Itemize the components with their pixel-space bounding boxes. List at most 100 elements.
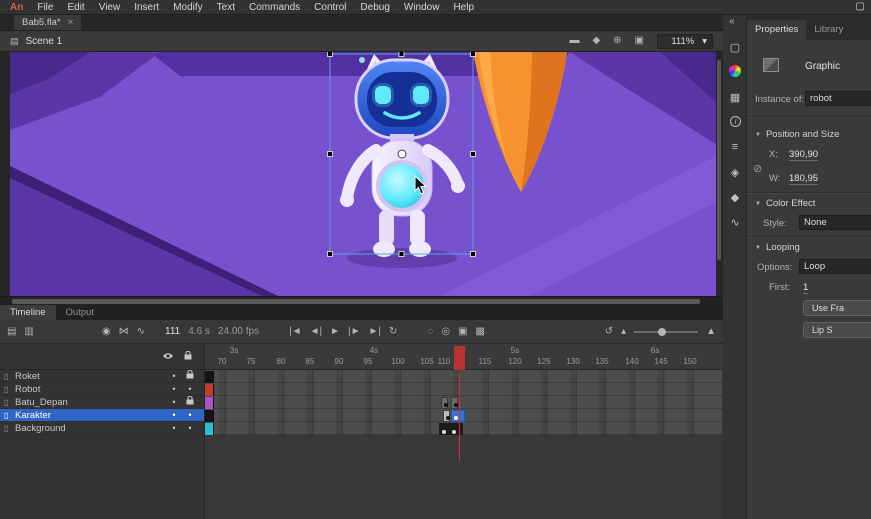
first-frame-value[interactable]: 1 <box>803 282 808 294</box>
layer-visibility-dot[interactable]: • <box>166 383 182 395</box>
camera-icon[interactable]: ◉ <box>102 327 111 337</box>
keyframe[interactable] <box>451 397 458 409</box>
app-badge-icon[interactable]: ▢ <box>856 1 865 12</box>
layer-row-background[interactable]: ▯ Background •• <box>0 422 204 435</box>
instance-name-field[interactable]: robot <box>805 91 871 106</box>
collapse-panels-icon[interactable]: « <box>729 16 735 27</box>
w-value[interactable]: 180,95 <box>789 173 818 185</box>
tab-timeline[interactable]: Timeline <box>0 305 56 320</box>
vertical-scroll-thumb[interactable] <box>717 60 721 260</box>
layer-visibility-dot[interactable]: • <box>166 370 182 382</box>
layer-row-roket[interactable]: ▯ Roket • <box>0 370 204 383</box>
x-value[interactable]: 390,90 <box>789 149 818 161</box>
scene-breadcrumb[interactable]: Scene 1 <box>26 36 63 47</box>
loop-playback-icon[interactable]: ↻ <box>389 327 397 337</box>
style-dropdown[interactable]: None <box>799 215 871 230</box>
link-dimensions-icon[interactable]: ⊘ <box>753 162 762 175</box>
keyframe[interactable] <box>441 397 448 409</box>
transform-point[interactable] <box>398 150 406 158</box>
menu-window[interactable]: Window <box>397 0 447 15</box>
layer-row-karakter[interactable]: ▯ Karakter •• <box>0 409 204 422</box>
step-back-icon[interactable]: ◄| <box>310 327 323 337</box>
document-tab[interactable]: Bab5.fla* × <box>14 15 81 30</box>
menu-debug[interactable]: Debug <box>353 0 396 15</box>
stage[interactable] <box>10 52 716 296</box>
section-looping[interactable]: ▼ Looping <box>755 242 800 253</box>
step-forward-icon[interactable]: |► <box>348 327 361 337</box>
zoom-in-frames-icon[interactable]: ▲ <box>706 327 716 337</box>
edit-multiple-frames-icon[interactable]: ▣ <box>458 327 467 337</box>
frame-span-robot[interactable] <box>205 384 214 396</box>
layer-row-robot[interactable]: ▯ Robot •• <box>0 383 204 396</box>
menu-insert[interactable]: Insert <box>127 0 166 15</box>
close-icon[interactable]: × <box>68 17 74 28</box>
onion-skin-icon[interactable]: ◌ <box>427 327 433 337</box>
center-stage-icon[interactable]: ⊕ <box>613 36 621 46</box>
color-panel-icon[interactable] <box>729 65 741 77</box>
frame-span-roket[interactable] <box>205 371 214 383</box>
layer-lock-icon[interactable] <box>182 396 198 408</box>
clip-content-icon[interactable]: ▣ <box>635 36 644 46</box>
stage-canvas[interactable] <box>10 52 716 296</box>
menu-control[interactable]: Control <box>307 0 353 15</box>
tab-output[interactable]: Output <box>56 305 105 320</box>
section-position-and-size[interactable]: ▼ Position and Size <box>755 129 839 140</box>
zoom-out-frames-icon[interactable]: ▴ <box>621 327 626 337</box>
lip-sync-button[interactable]: Lip S <box>803 322 871 338</box>
align-panel-icon[interactable]: ≡ <box>723 141 747 153</box>
info-panel-icon[interactable]: i <box>730 116 741 127</box>
menu-text[interactable]: Text <box>210 0 242 15</box>
layer-lock-dot[interactable]: • <box>182 409 198 421</box>
layer-lock-icon[interactable] <box>182 370 198 382</box>
go-to-last-frame-icon[interactable]: ►| <box>368 327 381 337</box>
frame-grid[interactable] <box>205 370 723 435</box>
play-icon[interactable]: ► <box>330 327 340 337</box>
stage-horizontal-scrollbar[interactable] <box>0 296 723 305</box>
swatches-panel-icon[interactable]: ▦ <box>723 91 747 104</box>
layer-row-batu-depan[interactable]: ▯ Batu_Depan • <box>0 396 204 409</box>
menu-edit[interactable]: Edit <box>60 0 91 15</box>
selected-frames[interactable] <box>451 410 465 422</box>
new-folder-icon[interactable]: ▥ <box>24 327 33 337</box>
keyframe[interactable] <box>443 410 450 422</box>
playhead[interactable] <box>454 346 465 370</box>
tab-library[interactable]: Library <box>806 20 851 40</box>
eye-icon[interactable] <box>162 347 174 365</box>
frame-size-slider[interactable] <box>634 331 698 333</box>
symbol-type-dropdown[interactable]: Graphic <box>805 61 840 72</box>
menu-modify[interactable]: Modify <box>166 0 209 15</box>
frame-span-batu-depan[interactable] <box>205 397 214 409</box>
playhead-line[interactable] <box>459 372 460 461</box>
horizontal-scroll-thumb[interactable] <box>12 299 700 304</box>
menu-view[interactable]: View <box>92 0 128 15</box>
onion-skin-outline-icon[interactable]: ◎ <box>441 327 450 337</box>
edit-scene-icon[interactable]: ▬ <box>569 36 579 46</box>
menu-help[interactable]: Help <box>446 0 481 15</box>
zoom-level-dropdown[interactable]: 111% ▾ <box>657 34 713 49</box>
stage-vertical-scrollbar[interactable] <box>716 52 723 296</box>
history-graph-panel-icon[interactable]: ∿ <box>723 216 747 229</box>
window-panel-icon[interactable]: ▢ <box>723 41 747 54</box>
loop-options-dropdown[interactable]: Loop <box>799 259 871 274</box>
new-layer-icon[interactable]: ▤ <box>7 327 16 337</box>
layer-visibility-dot[interactable]: • <box>166 409 182 421</box>
eyedropper-panel-icon[interactable]: ◆ <box>723 191 747 204</box>
frame-span-background[interactable] <box>205 423 214 435</box>
transform-panel-icon[interactable]: ◈ <box>723 166 747 179</box>
animate-logo[interactable]: An <box>3 2 30 13</box>
use-frame-picker-button[interactable]: Use Fra <box>803 300 871 316</box>
layer-lock-dot[interactable]: • <box>182 422 198 434</box>
tab-properties[interactable]: Properties <box>747 20 806 40</box>
layer-visibility-dot[interactable]: • <box>166 396 182 408</box>
frames-area[interactable]: 3s 4s 5s 6s 70 75 80 85 90 95 100 105 11… <box>205 344 723 519</box>
section-color-effect[interactable]: ▼ Color Effect <box>755 198 815 209</box>
go-to-first-frame-icon[interactable]: |◄ <box>289 327 302 337</box>
layer-visibility-dot[interactable]: • <box>166 422 182 434</box>
current-frame-value[interactable]: 111 <box>165 326 180 337</box>
menu-commands[interactable]: Commands <box>242 0 307 15</box>
edit-symbols-icon[interactable]: ◆ <box>592 36 600 46</box>
menu-file[interactable]: File <box>30 0 60 15</box>
parenting-view-icon[interactable]: ⋈ <box>119 327 129 337</box>
lock-icon[interactable] <box>184 347 192 365</box>
graph-editor-icon[interactable]: ∿ <box>137 327 145 337</box>
